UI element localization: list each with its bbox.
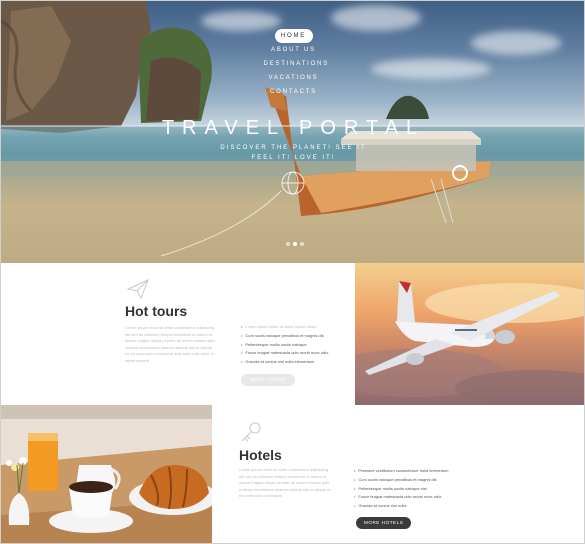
slider-dot-active[interactable]	[293, 242, 297, 246]
hero-banner: HOME ABOUT US DESTINATIONS VACATIONS CON…	[1, 1, 584, 263]
nav-item-about-us[interactable]: ABOUT US	[264, 43, 324, 57]
list-item: Praesent vestibulum consectetuer nulla f…	[354, 467, 448, 476]
hot-tours-list: Lorem ipsum dolor sit amet conse ctetur …	[241, 323, 328, 367]
list-item: Fusce feugiat malesuada odio morbi nunc …	[354, 493, 448, 502]
list-item: Pellentesque mollis sociis natoque	[241, 341, 328, 350]
more-tours-button[interactable]: MORE TOURS	[241, 374, 296, 386]
hotels-list: Praesent vestibulum consectetuer nulla f…	[354, 467, 448, 511]
hero-subtitle-line-2: FEEL IT! LOVE IT!	[251, 155, 336, 161]
main-nav: HOME ABOUT US DESTINATIONS VACATIONS CON…	[1, 29, 584, 99]
list-item: Cum sociis natoque penatibus et magnis d…	[241, 332, 328, 341]
list-item: Gravida at cursus nisl nulla elementum	[241, 358, 328, 367]
airplane-image	[355, 263, 584, 405]
key-icon	[241, 422, 261, 442]
nav-item-contacts[interactable]: CONTACTS	[264, 85, 324, 99]
hotels-paragraph: Lorem ipsum dolor sit amet consectetur a…	[239, 467, 332, 499]
hotels-heading: Hotels	[239, 447, 282, 463]
slider-pagination	[286, 242, 304, 246]
hero-subtitle-line-1: DISCOVER THE PLANET! SEE IT	[220, 145, 367, 151]
nav-item-home[interactable]: HOME	[274, 29, 313, 43]
page: HOME ABOUT US DESTINATIONS VACATIONS CON…	[0, 0, 585, 544]
breakfast-image	[1, 405, 212, 543]
hot-tours-section: Hot tours Lorem ipsum dolor sit amet con…	[1, 263, 584, 405]
hotels-section: Hotels Lorem ipsum dolor sit amet consec…	[1, 405, 584, 543]
paper-plane-icon	[127, 279, 149, 299]
nav-item-vacations[interactable]: VACATIONS	[264, 71, 324, 85]
hero-subtitle: DISCOVER THE PLANET! SEE IT FEEL IT! LOV…	[1, 143, 584, 163]
list-item: Cum sociis natoque penatibus et magnis d…	[354, 476, 448, 485]
nav-item-destinations[interactable]: DESTINATIONS	[264, 57, 328, 71]
more-hotels-button[interactable]: MORE HOTELS	[356, 517, 412, 529]
hot-tours-heading: Hot tours	[125, 303, 188, 319]
slider-dot[interactable]	[286, 242, 290, 246]
hero-title: TRAVEL PORTAL	[161, 117, 426, 139]
list-item: Gravida at cursus nisl nulla	[354, 502, 448, 511]
list-item: Lorem ipsum dolor sit amet conse ctetur	[241, 323, 328, 332]
list-item: Fusce feugiat malesuada odio morbi nunc …	[241, 349, 328, 358]
slider-dot[interactable]	[300, 242, 304, 246]
list-item: Pellentesque mollis sociis natoque nisi	[354, 485, 448, 494]
hot-tours-paragraph: Lorem ipsum dolor sit amet consectetur a…	[125, 325, 216, 363]
